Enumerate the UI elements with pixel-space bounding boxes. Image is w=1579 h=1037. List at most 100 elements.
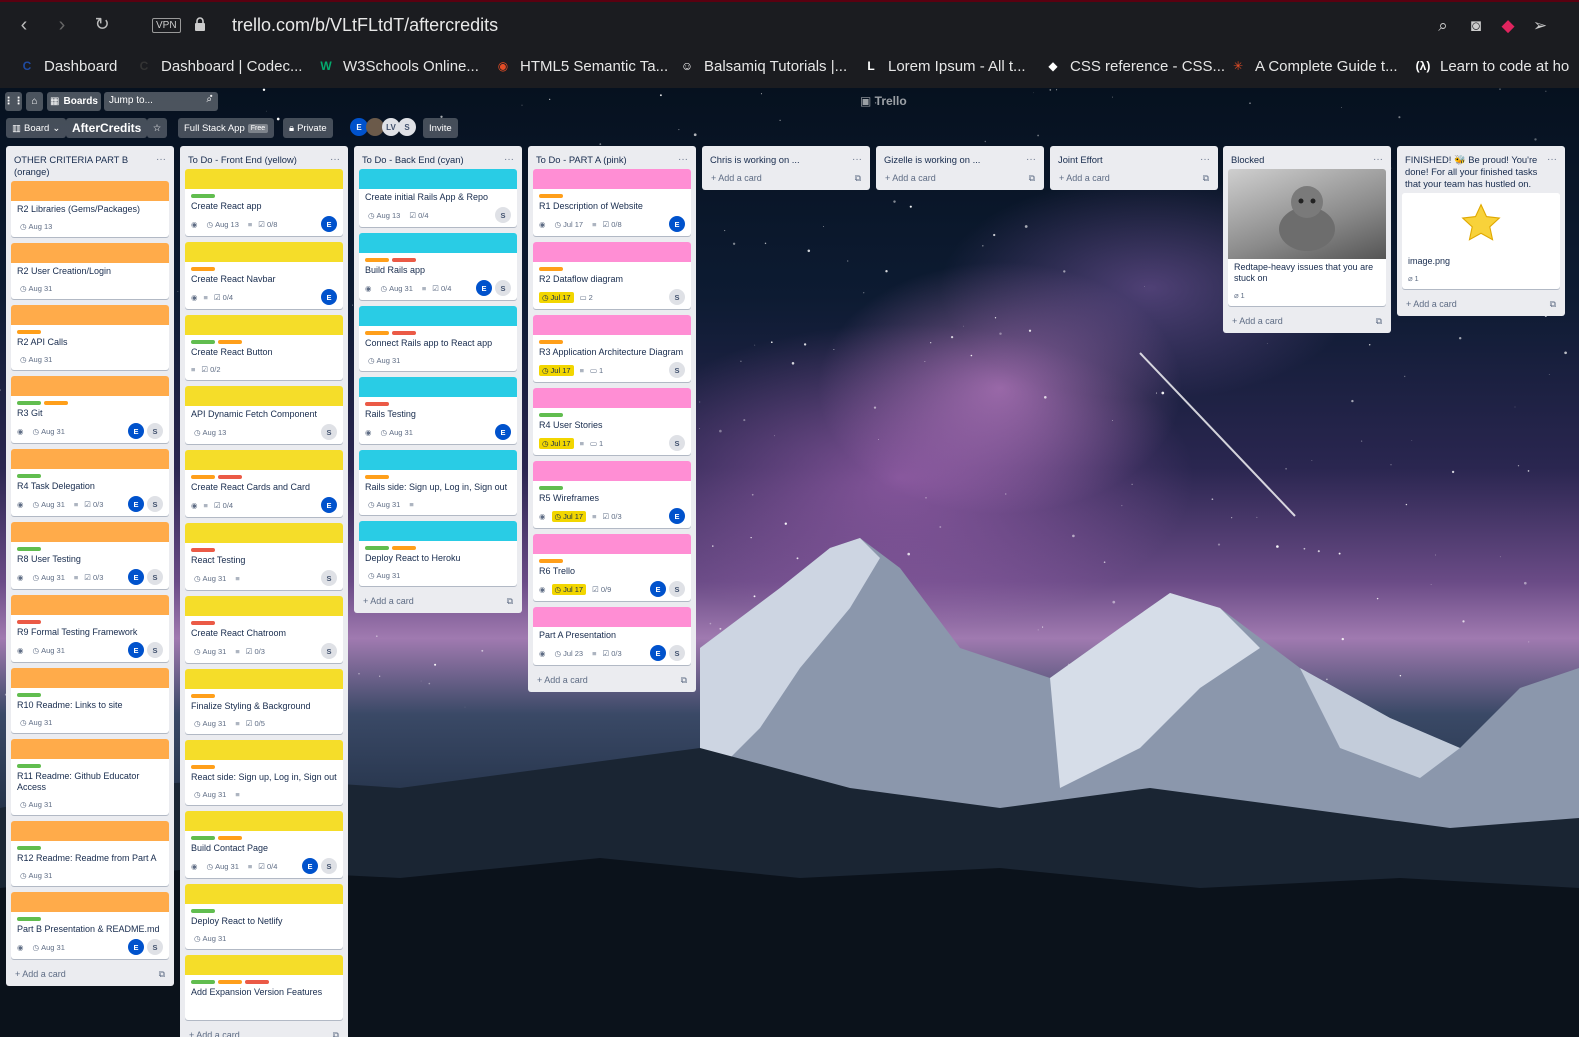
add-card-button[interactable]: + Add a card ⧉ <box>11 965 169 986</box>
card-label[interactable] <box>17 846 41 850</box>
add-card-button[interactable]: + Add a card ⧉ <box>1228 312 1386 333</box>
bookmark-item[interactable]: C Dashboard | Codec... <box>135 57 303 75</box>
back-icon[interactable]: ‹ <box>12 14 36 37</box>
card-label[interactable] <box>17 620 41 624</box>
list-title[interactable]: To Do - PART A (pink) <box>536 154 627 166</box>
apps-icon[interactable]: ⋮⋮ <box>4 92 24 111</box>
due-date-badge[interactable]: ◷ Jul 17 <box>551 583 587 595</box>
card[interactable]: R5 Wireframes ◉ ◷ Jul 17 ≡ ☑ 0/3 E <box>533 461 691 528</box>
card[interactable]: R3 Application Architecture Diagram ◷ Jul … <box>533 315 691 382</box>
card-label[interactable] <box>191 194 215 198</box>
card-label[interactable] <box>218 475 242 479</box>
due-date-badge[interactable]: ◷ Aug 31 <box>17 283 55 294</box>
team-button[interactable]: Full Stack App Free <box>178 118 275 138</box>
card-label[interactable] <box>17 474 41 478</box>
card[interactable]: R10 Readme: Links to site ◷ Aug 31 <box>11 668 169 733</box>
member-avatar[interactable]: E <box>128 569 144 585</box>
card[interactable]: Connect Rails app to React app ◷ Aug 31 <box>359 306 517 371</box>
template-icon[interactable]: ⧉ <box>507 596 513 607</box>
card-label[interactable] <box>365 331 389 335</box>
card-label[interactable] <box>218 980 242 984</box>
privacy-button[interactable]: 🔒︎ Private <box>283 118 333 138</box>
member-avatar[interactable]: S <box>147 423 163 439</box>
more-icon[interactable]: ··· <box>1373 154 1383 166</box>
due-date-badge[interactable]: ◷ Aug 31 <box>30 499 68 510</box>
bookmark-item[interactable]: L Lorem Ipsum - All t... <box>862 57 1025 75</box>
due-date-badge[interactable]: ◷ Aug 31 <box>204 861 242 872</box>
due-date-badge[interactable]: ◷ Aug 13 <box>204 219 242 230</box>
card[interactable]: R9 Formal Testing Framework ◉ ◷ Aug 31 E S <box>11 595 169 662</box>
due-date-badge[interactable]: ◷ Jul 23 <box>552 648 587 659</box>
camera-icon[interactable]: ◙ <box>1466 16 1486 36</box>
list-title[interactable]: OTHER CRITERIA PART B (orange) <box>14 154 156 178</box>
card[interactable]: Part B Presentation & README.md ◉ ◷ Aug 31 E… <box>11 892 169 959</box>
due-date-badge[interactable]: ◷ Aug 31 <box>17 717 55 728</box>
boards-button[interactable]: ▦ Boards <box>47 92 101 111</box>
card-label[interactable] <box>539 194 563 198</box>
card-label[interactable] <box>17 693 41 697</box>
due-date-badge[interactable]: ◷ Aug 31 <box>17 799 55 810</box>
card-label[interactable] <box>191 267 215 271</box>
shield-icon[interactable]: ◆ <box>1498 16 1518 36</box>
add-card-button[interactable]: + Add a card ⧉ <box>881 169 1039 190</box>
home-icon[interactable]: ⌂ <box>26 92 43 111</box>
card[interactable]: image.png ⌀ 1 <box>1402 193 1560 289</box>
member-avatar[interactable]: E <box>321 289 337 305</box>
due-date-badge[interactable]: ◷ Aug 31 <box>30 942 68 953</box>
member-avatar[interactable]: E <box>650 581 666 597</box>
more-icon[interactable]: ··· <box>1026 154 1036 166</box>
card-label[interactable] <box>218 340 242 344</box>
add-card-button[interactable]: + Add a card ⧉ <box>533 671 691 692</box>
member-avatar[interactable]: E <box>669 508 685 524</box>
due-date-badge[interactable]: ◷ Jul 17 <box>539 364 574 376</box>
due-date-badge[interactable]: ◷ Aug 31 <box>30 426 68 437</box>
member-avatar[interactable]: E <box>128 939 144 955</box>
due-date-badge[interactable]: ◷ Aug 31 <box>378 427 416 438</box>
forward-icon[interactable]: › <box>50 14 74 37</box>
search-icon[interactable]: ⌕ <box>1433 16 1453 36</box>
template-icon[interactable]: ⧉ <box>159 969 165 980</box>
more-icon[interactable]: ··· <box>504 154 514 166</box>
due-date-badge[interactable]: ◷ Aug 13 <box>17 221 55 232</box>
card[interactable]: Finalize Styling & Background ◷ Aug 31 ≡ ☑ 0/… <box>185 669 343 734</box>
card-label[interactable] <box>191 909 215 913</box>
card-label[interactable] <box>191 980 215 984</box>
member-avatar[interactable]: S <box>321 424 337 440</box>
card[interactable]: Create React app ◉ ◷ Aug 13 ≡ ☑ 0/8 E <box>185 169 343 236</box>
member-avatar[interactable]: E <box>128 642 144 658</box>
card-label[interactable] <box>191 765 215 769</box>
template-icon[interactable]: ⧉ <box>855 173 861 184</box>
card-label[interactable] <box>191 621 215 625</box>
card-label[interactable] <box>392 546 416 550</box>
member-avatar[interactable]: S <box>669 289 685 305</box>
member-avatar[interactable]: S <box>147 496 163 512</box>
card[interactable]: R6 Trello ◉ ◷ Jul 17 ☑ 0/9 E S <box>533 534 691 601</box>
bookmark-item[interactable]: C Dashboard <box>18 57 118 75</box>
card[interactable]: R4 Task Delegation ◉ ◷ Aug 31 ≡ ☑ 0/3 E S <box>11 449 169 516</box>
card-label[interactable] <box>17 401 41 405</box>
member-avatar[interactable]: S <box>669 362 685 378</box>
card[interactable]: Deploy React to Heroku ◷ Aug 31 <box>359 521 517 586</box>
card[interactable]: Build Rails app ◉ ◷ Aug 31 ≡ ☑ 0/4 E S <box>359 233 517 300</box>
member-avatar[interactable]: E <box>321 216 337 232</box>
template-icon[interactable]: ⧉ <box>1376 316 1382 327</box>
card-label[interactable] <box>17 330 41 334</box>
card[interactable]: Add Expansion Version Features <box>185 955 343 1020</box>
due-date-badge[interactable]: ◷ Jul 17 <box>539 291 574 303</box>
bookmark-item[interactable]: ◉ HTML5 Semantic Ta... <box>494 57 668 75</box>
more-icon[interactable]: ··· <box>1200 154 1210 166</box>
more-icon[interactable]: ··· <box>678 154 688 166</box>
more-icon[interactable]: ··· <box>852 154 862 166</box>
member-avatar[interactable]: E <box>321 497 337 513</box>
trello-logo[interactable]: ▣ Trello <box>860 94 907 108</box>
member-avatar[interactable]: S <box>321 643 337 659</box>
more-icon[interactable]: ··· <box>330 154 340 166</box>
list-title[interactable]: FINISHED! 🐝 Be proud! You're done! For a… <box>1405 154 1547 190</box>
bookmark-item[interactable]: ☺ Balsamiq Tutorials |... <box>678 57 847 75</box>
bookmark-item[interactable]: ✳ A Complete Guide t... <box>1229 57 1398 75</box>
template-icon[interactable]: ⧉ <box>1029 173 1035 184</box>
card-label[interactable] <box>392 258 416 262</box>
member-avatar[interactable]: E <box>128 496 144 512</box>
template-icon[interactable]: ⧉ <box>681 675 687 686</box>
list-title[interactable]: Gizelle is working on ... <box>884 154 980 166</box>
